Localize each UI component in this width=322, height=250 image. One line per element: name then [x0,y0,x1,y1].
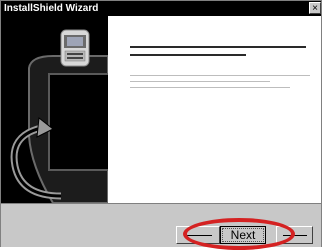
back-label-placeholder [186,235,212,236]
close-button[interactable]: × [309,2,321,14]
body-text-placeholder [130,75,310,88]
wizard-content-area [108,16,321,203]
content-text-placeholder [130,46,310,88]
title-bar: InstallShield Wizard × [1,1,321,16]
window-title: InstallShield Wizard [4,3,99,14]
wizard-button-bar: Next [1,203,321,247]
heading-text-placeholder [130,46,306,56]
monitor-screen-graphic [48,73,112,171]
computer-setup-icon [60,29,90,67]
cancel-button[interactable] [276,226,313,244]
wizard-art-panel [1,16,112,204]
cancel-label-placeholder [283,235,307,236]
installshield-wizard-window: InstallShield Wizard × Next [0,0,322,250]
wizard-art-graphic [10,29,112,204]
back-button[interactable] [176,226,220,244]
next-button[interactable]: Next [220,226,266,244]
next-button-label: Next [230,228,256,242]
